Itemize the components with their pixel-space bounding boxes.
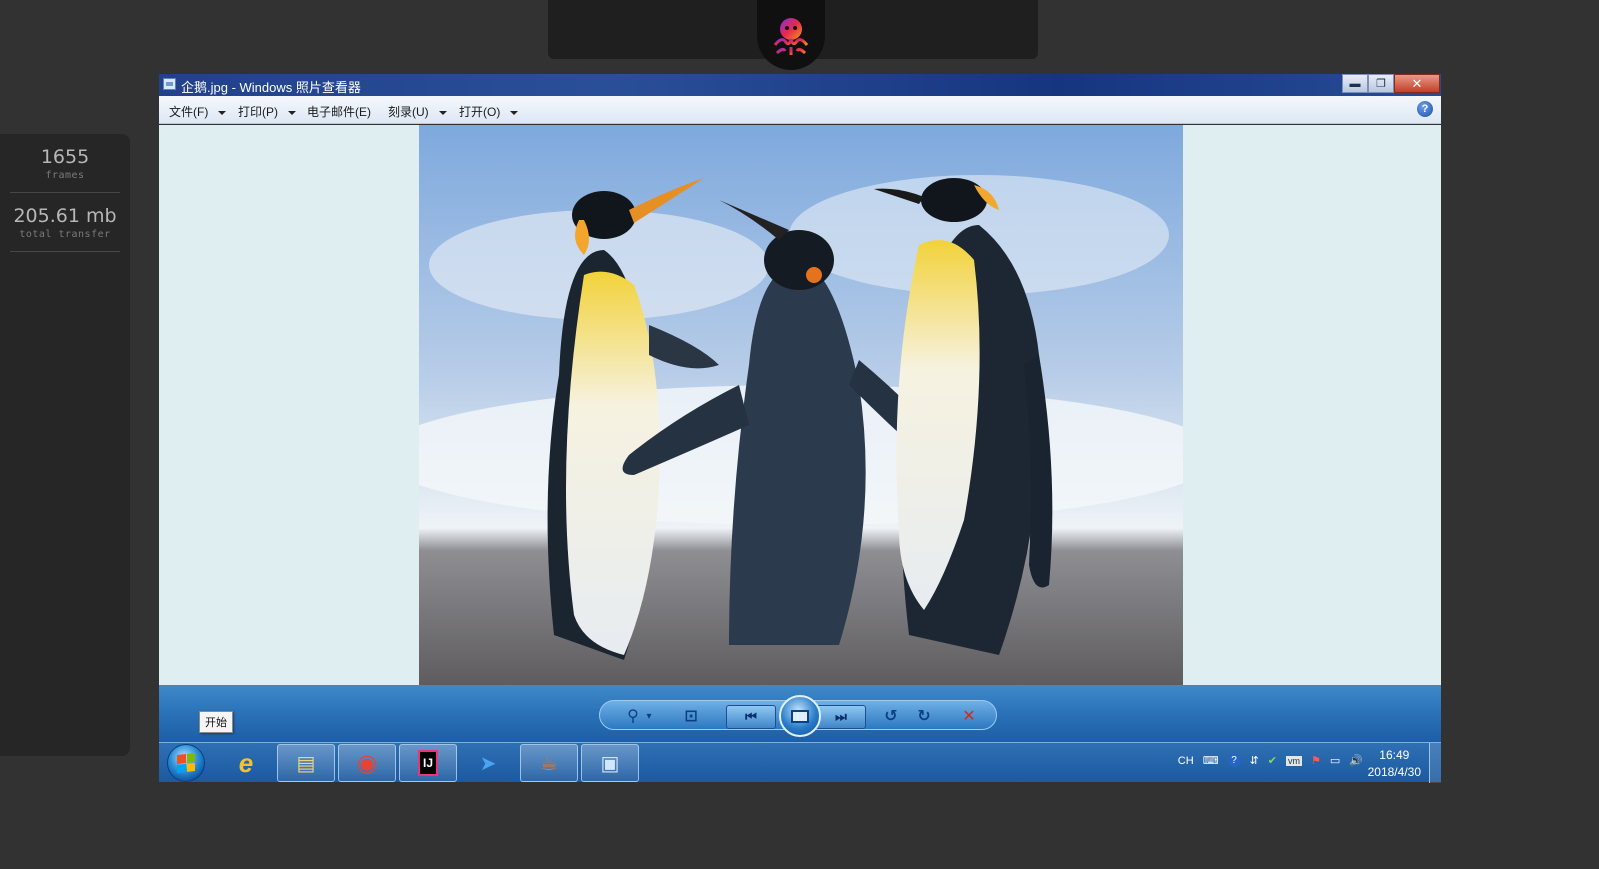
fit-window-icon[interactable]: ⊡ — [680, 705, 702, 727]
clock[interactable]: 16:49 2018/4/30 — [1368, 747, 1421, 781]
zoom-dropdown-icon[interactable]: ▾ — [644, 707, 654, 725]
title-bar[interactable]: 企鹅.jpg - Windows 照片查看器 ▬ ❐ ✕ — [159, 74, 1441, 96]
internet-explorer-icon[interactable]: e — [217, 744, 275, 782]
language-indicator[interactable]: CH — [1178, 755, 1194, 767]
menu-print[interactable]: 打印(P) — [238, 103, 296, 120]
rotate-counterclockwise-icon[interactable]: ↺ — [880, 705, 902, 727]
transfer-stat: 205.61 mb total transfer — [10, 193, 120, 252]
ie-glyph: e — [238, 747, 254, 778]
intellij-glyph: IJ — [417, 750, 438, 776]
taskbar: e ▤ ◉ IJ ➤ ☕ ▣ CH ⌨ ? ⇵ ✔ vm ⚑ ▭ 🔊 16:49… — [159, 742, 1441, 783]
network-icon[interactable]: ▭ — [1330, 754, 1340, 767]
feishu-bird-icon[interactable]: ➤ — [459, 744, 517, 782]
transfer-amount: 205.61 mb — [13, 205, 117, 227]
viewer-control-bar: 开始 ⚲ ▾ ⊡ ⏮ ⏭ ↺ ↻ ✕ — [159, 685, 1441, 742]
delete-icon[interactable]: ✕ — [958, 705, 980, 727]
start-button[interactable] — [167, 744, 205, 782]
bird-glyph: ➤ — [479, 752, 497, 775]
photo-glyph: ▣ — [600, 752, 620, 775]
frames-count: 1655 — [40, 146, 90, 168]
menu-email-label: 电子邮件(E) — [307, 105, 371, 119]
java-glyph: ☕ — [540, 752, 558, 775]
chrome-icon[interactable]: ◉ — [338, 744, 396, 782]
flag-alert-icon[interactable]: ⚑ — [1311, 754, 1321, 767]
clock-date: 2018/4/30 — [1367, 765, 1421, 779]
chevron-down-icon — [510, 110, 519, 115]
file-explorer-icon[interactable]: ▤ — [277, 744, 335, 782]
caption-buttons: ▬ ❐ ✕ — [1342, 74, 1440, 93]
transfer-label: total transfer — [19, 229, 111, 240]
zoom-icon[interactable]: ⚲ — [622, 705, 644, 727]
help-icon[interactable]: ? — [1417, 101, 1433, 117]
window-title: 企鹅.jpg - Windows 照片查看器 — [181, 80, 361, 95]
menu-burn[interactable]: 刻录(U) — [388, 103, 447, 120]
previous-icon[interactable]: ⏮ — [726, 705, 776, 729]
chevron-down-icon — [288, 110, 296, 115]
start-tooltip: 开始 — [199, 711, 233, 733]
java-icon[interactable]: ☕ — [520, 744, 578, 782]
close-button[interactable]: ✕ — [1394, 74, 1440, 93]
image-viewport — [159, 125, 1441, 685]
menu-print-label: 打印(P) — [238, 105, 278, 119]
slideshow-icon — [791, 709, 809, 723]
menu-bar: 文件(F) 打印(P) 电子邮件(E) 刻录(U) 打开(O) ? — [159, 96, 1441, 124]
chrome-glyph: ◉ — [356, 749, 378, 777]
stats-panel: 1655 frames 205.61 mb total transfer — [0, 134, 130, 756]
photo-viewer-task-icon[interactable]: ▣ — [581, 744, 639, 782]
next-icon[interactable]: ⏭ — [816, 705, 866, 729]
menu-file[interactable]: 文件(F) — [169, 103, 227, 120]
usb-icon[interactable]: ⇵ — [1250, 754, 1259, 767]
frames-label: frames — [45, 170, 85, 181]
octopus-logo-icon — [757, 0, 825, 70]
system-tray: CH ⌨ ? ⇵ ✔ vm ⚑ ▭ 🔊 — [1178, 754, 1363, 767]
security-icon[interactable]: ✔ — [1268, 754, 1277, 767]
vm-icon[interactable]: vm — [1286, 755, 1303, 766]
show-desktop-button[interactable] — [1429, 743, 1441, 783]
slideshow-button[interactable] — [779, 695, 821, 737]
maximize-button[interactable]: ❐ — [1368, 74, 1394, 93]
windows-logo-icon — [177, 753, 195, 773]
volume-icon[interactable]: 🔊 — [1349, 754, 1363, 767]
menu-email[interactable]: 电子邮件(E) — [307, 103, 371, 120]
explorer-glyph: ▤ — [296, 752, 316, 775]
photo-viewer-app-icon[interactable] — [163, 78, 176, 90]
menu-file-label: 文件(F) — [169, 105, 209, 119]
chevron-down-icon — [438, 110, 447, 115]
rotate-clockwise-icon[interactable]: ↻ — [913, 705, 935, 727]
penguins-photo — [419, 125, 1183, 685]
photo-viewer-window: 企鹅.jpg - Windows 照片查看器 ▬ ❐ ✕ 文件(F) 打印(P)… — [159, 74, 1441, 794]
help-tray-icon[interactable]: ? — [1227, 754, 1241, 767]
keyboard-icon[interactable]: ⌨ — [1203, 754, 1219, 767]
menu-open[interactable]: 打开(O) — [459, 103, 519, 120]
minimize-button[interactable]: ▬ — [1342, 74, 1368, 93]
menu-burn-label: 刻录(U) — [388, 105, 429, 119]
intellij-icon[interactable]: IJ — [399, 744, 457, 782]
menu-open-label: 打开(O) — [459, 105, 501, 119]
frames-stat: 1655 frames — [10, 134, 120, 193]
chevron-down-icon — [218, 110, 227, 115]
clock-time: 16:49 — [1379, 748, 1410, 762]
